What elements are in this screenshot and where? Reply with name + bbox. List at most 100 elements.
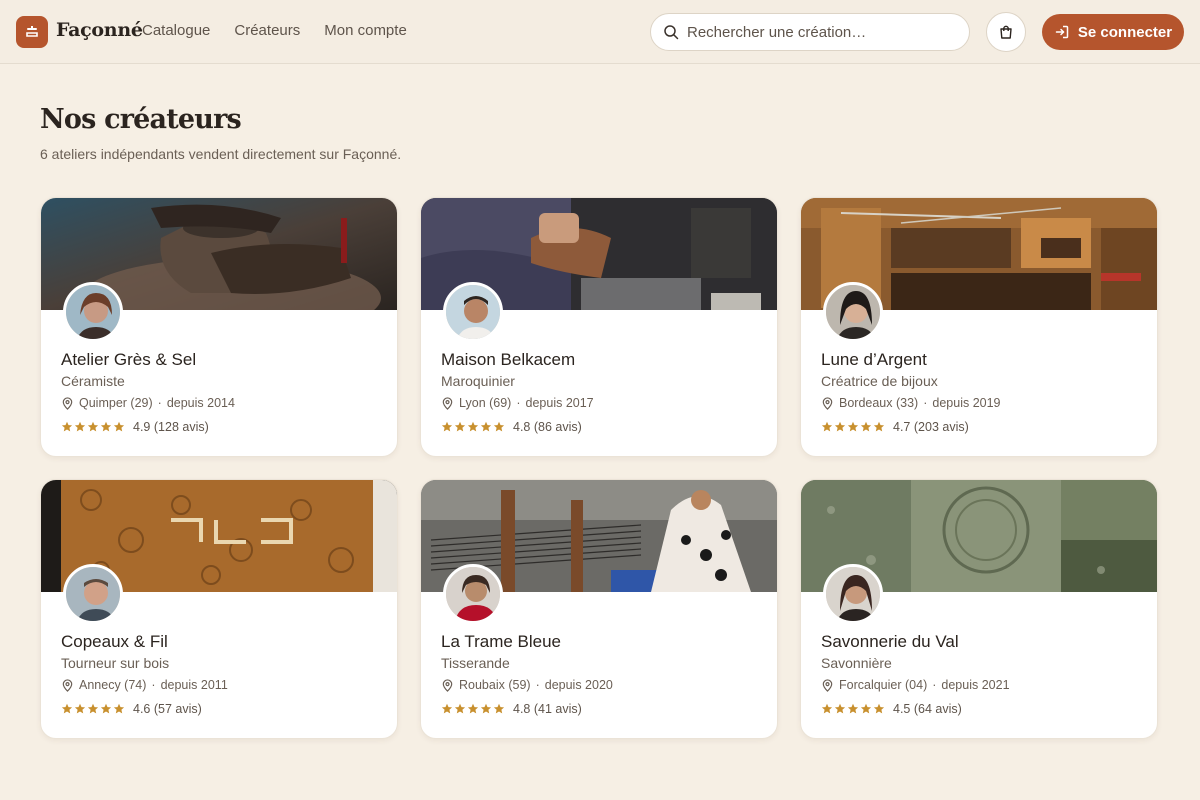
meta-separator: · <box>535 678 540 692</box>
star-icon <box>87 703 99 714</box>
rating-value: 4.6 (57 avis) <box>133 702 202 716</box>
creator-card[interactable]: Savonnerie du Val Savonnière Forcalquier… <box>800 479 1158 739</box>
star-icon <box>847 421 859 432</box>
star-icon <box>860 421 872 432</box>
star-icon <box>467 421 479 432</box>
login-button[interactable]: Se connecter <box>1042 14 1184 50</box>
star-icon <box>441 703 453 714</box>
creator-location: Forcalquier (04) <box>839 678 928 692</box>
creator-rating: 4.9 (128 avis) <box>61 420 209 434</box>
creator-since: depuis 2020 <box>544 678 613 692</box>
card-body: La Trame Bleue Tisserande Roubaix (59) ·… <box>421 592 777 738</box>
creator-rating: 4.8 (41 avis) <box>441 702 582 716</box>
creator-since: depuis 2011 <box>160 678 228 692</box>
main-nav: Catalogue Créateurs Mon compte <box>142 22 431 39</box>
rating-value: 4.8 (41 avis) <box>513 702 582 716</box>
brand-name[interactable]: Façonné <box>56 19 143 41</box>
map-pin-icon <box>442 396 453 410</box>
nav-item-catalogue[interactable]: Catalogue <box>142 22 210 39</box>
star-icon <box>100 703 112 714</box>
star-icon <box>87 421 99 432</box>
creator-meta: Annecy (74) · depuis 2011 <box>61 678 228 692</box>
meta-separator: · <box>932 678 937 692</box>
star-icon <box>74 703 86 714</box>
rating-value: 4.7 (203 avis) <box>893 420 969 434</box>
rating-stars <box>441 703 505 715</box>
creator-name: Maison Belkacem <box>441 350 576 369</box>
creator-location: Bordeaux (33) <box>839 396 919 410</box>
star-icon <box>441 421 453 432</box>
rating-value: 4.9 (128 avis) <box>133 420 209 434</box>
creator-card[interactable]: Maison Belkacem Maroquinier Lyon (69) · … <box>420 197 778 457</box>
creator-card[interactable]: La Trame Bleue Tisserande Roubaix (59) ·… <box>420 479 778 739</box>
shopping-bag-icon <box>1000 25 1012 39</box>
star-icon <box>113 421 125 432</box>
card-body: Lune d’Argent Créatrice de bijoux Bordea… <box>801 310 1157 456</box>
star-icon <box>821 421 833 432</box>
creator-name: La Trame Bleue <box>441 632 562 651</box>
star-icon <box>61 421 73 432</box>
creator-since: depuis 2021 <box>941 678 1010 692</box>
rating-stars <box>441 421 505 433</box>
creator-meta: Bordeaux (33) · depuis 2019 <box>821 396 1001 410</box>
nav-item-createurs[interactable]: Créateurs <box>234 22 300 39</box>
card-body: Maison Belkacem Maroquinier Lyon (69) · … <box>421 310 777 456</box>
rating-stars <box>821 421 885 433</box>
star-icon <box>821 703 833 714</box>
creator-since: depuis 2019 <box>932 396 1001 410</box>
creator-trade: Tourneur sur bois <box>61 655 170 671</box>
map-pin-icon <box>822 396 833 410</box>
map-pin-icon <box>822 678 833 692</box>
card-body: Savonnerie du Val Savonnière Forcalquier… <box>801 592 1157 738</box>
top-header: Façonné Catalogue Créateurs Mon compte S… <box>0 0 1200 64</box>
creator-name: Savonnerie du Val <box>821 632 959 651</box>
meta-separator: · <box>157 396 162 410</box>
creator-trade: Créatrice de bijoux <box>821 373 938 389</box>
creator-location: Annecy (74) <box>79 678 147 692</box>
creator-location: Quimper (29) <box>79 396 153 410</box>
star-icon <box>834 421 846 432</box>
creator-trade: Maroquinier <box>441 373 515 389</box>
map-pin-icon <box>62 678 73 692</box>
search-box[interactable] <box>650 13 970 51</box>
star-icon <box>873 703 885 714</box>
logo-icon[interactable] <box>16 16 48 48</box>
creator-meta: Quimper (29) · depuis 2014 <box>61 396 235 410</box>
page-title: Nos créateurs <box>40 104 242 135</box>
star-icon <box>493 703 505 714</box>
creator-rating: 4.6 (57 avis) <box>61 702 202 716</box>
star-icon <box>480 703 492 714</box>
creator-card[interactable]: Atelier Grès & Sel Céramiste Quimper (29… <box>40 197 398 457</box>
creator-name: Lune d’Argent <box>821 350 927 369</box>
creator-trade: Tisserande <box>441 655 510 671</box>
meta-separator: · <box>516 396 521 410</box>
creator-meta: Forcalquier (04) · depuis 2021 <box>821 678 1010 692</box>
creator-meta: Roubaix (59) · depuis 2020 <box>441 678 613 692</box>
rating-stars <box>61 421 125 433</box>
star-icon <box>493 421 505 432</box>
card-body: Copeaux & Fil Tourneur sur bois Annecy (… <box>41 592 397 738</box>
creator-rating: 4.5 (64 avis) <box>821 702 962 716</box>
creator-card[interactable]: Lune d’Argent Créatrice de bijoux Bordea… <box>800 197 1158 457</box>
search-input[interactable] <box>687 23 957 41</box>
star-icon <box>61 703 73 714</box>
star-icon <box>860 703 872 714</box>
search-icon <box>664 25 679 40</box>
page-subtitle: 6 ateliers indépendants vendent directem… <box>40 146 402 162</box>
creator-location: Roubaix (59) <box>459 678 531 692</box>
creator-name: Copeaux & Fil <box>61 632 168 651</box>
rating-stars <box>61 703 125 715</box>
creator-meta: Lyon (69) · depuis 2017 <box>441 396 594 410</box>
creator-card[interactable]: Copeaux & Fil Tourneur sur bois Annecy (… <box>40 479 398 739</box>
map-pin-icon <box>62 396 73 410</box>
star-icon <box>467 703 479 714</box>
creator-trade: Céramiste <box>61 373 125 389</box>
cart-button[interactable] <box>986 12 1026 52</box>
creator-trade: Savonnière <box>821 655 892 671</box>
star-icon <box>454 703 466 714</box>
rating-stars <box>821 703 885 715</box>
star-icon <box>480 421 492 432</box>
map-pin-icon <box>442 678 453 692</box>
nav-item-mon-compte[interactable]: Mon compte <box>324 22 407 39</box>
star-icon <box>113 703 125 714</box>
